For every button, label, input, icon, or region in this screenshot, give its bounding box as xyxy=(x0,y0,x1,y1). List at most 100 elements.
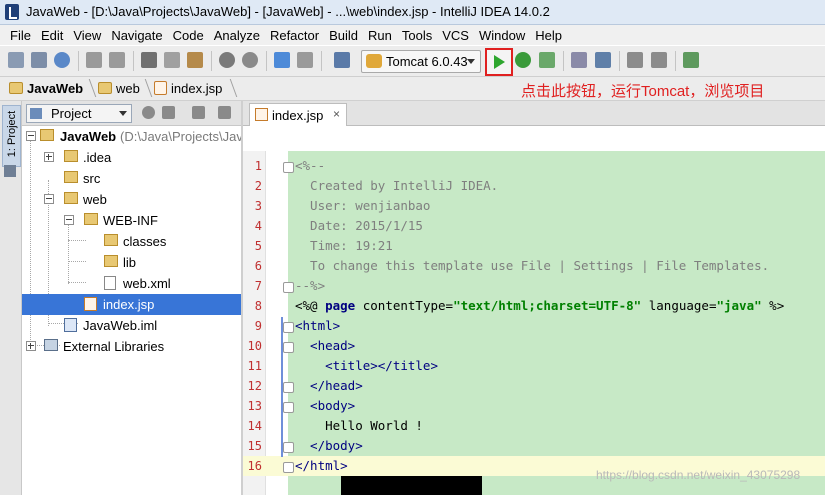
fold-marker[interactable] xyxy=(283,322,294,333)
code-line: <%@ page contentType="text/html;charset=… xyxy=(295,298,785,313)
tree-item-external-libraries[interactable]: External Libraries xyxy=(22,336,241,357)
tree-item-project-root[interactable]: JavaWeb (D:\Java\Projects\Jav xyxy=(22,126,241,147)
copy-icon[interactable] xyxy=(164,52,180,68)
menu-file[interactable]: File xyxy=(0,25,36,45)
tree-item-idea[interactable]: .idea xyxy=(22,147,241,168)
replace-icon[interactable] xyxy=(242,52,258,68)
code-line: --%> xyxy=(295,278,326,293)
paste-icon[interactable] xyxy=(187,52,203,68)
code-line: <%-- xyxy=(295,158,326,173)
breadcrumb-project[interactable]: JavaWeb xyxy=(27,81,83,96)
line-number: 1 xyxy=(254,159,262,173)
find-icon[interactable] xyxy=(219,52,235,68)
breadcrumb-file[interactable]: index.jsp xyxy=(171,81,222,96)
line-number: 12 xyxy=(247,379,262,393)
library-icon xyxy=(44,339,58,351)
redaction-box xyxy=(341,476,482,495)
menu-code[interactable]: Code xyxy=(168,25,209,45)
fold-marker[interactable] xyxy=(283,282,294,293)
tree-item-src[interactable]: src xyxy=(22,168,241,189)
tree-item-label: WEB-INF xyxy=(103,213,158,228)
line-number: 9 xyxy=(254,319,262,333)
tree-item-lib[interactable]: lib xyxy=(22,252,241,273)
tree-item-label: .idea xyxy=(83,150,112,165)
open-icon[interactable] xyxy=(8,52,24,68)
menu-edit[interactable]: Edit xyxy=(36,25,68,45)
tree-item-label: JavaWeb.iml xyxy=(83,318,158,333)
collapse-all-icon[interactable] xyxy=(162,106,175,119)
project-tool-tab-label: 1: Project xyxy=(6,110,18,158)
line-number: 14 xyxy=(247,419,262,433)
android-icon[interactable] xyxy=(627,52,643,68)
project-tool-tab[interactable]: 1: Project xyxy=(2,105,21,167)
fold-marker[interactable] xyxy=(283,342,294,353)
menu-navigate[interactable]: Navigate xyxy=(106,25,167,45)
code-line: Date: 2015/1/15 xyxy=(295,218,423,233)
web-folder-icon xyxy=(98,82,112,94)
menu-refactor[interactable]: Refactor xyxy=(265,25,324,45)
code-line: Created by IntelliJ IDEA. xyxy=(295,178,499,193)
line-number: 5 xyxy=(254,239,262,253)
menu-view[interactable]: View xyxy=(68,25,106,45)
sync-icon[interactable] xyxy=(54,52,70,68)
code-line: Hello World ! xyxy=(295,418,423,433)
sdk-icon[interactable] xyxy=(683,52,699,68)
tree-item-label: External Libraries xyxy=(63,339,165,354)
tree-item-label: index.jsp xyxy=(103,297,155,312)
android-device-icon[interactable] xyxy=(651,52,667,68)
tree-item-web-inf[interactable]: WEB-INF xyxy=(22,210,241,231)
close-icon[interactable]: × xyxy=(333,107,340,121)
project-structure-icon[interactable] xyxy=(595,52,611,68)
iml-file-icon xyxy=(64,318,77,332)
tab-index-jsp[interactable]: index.jsp × xyxy=(249,103,347,126)
tree-item-iml[interactable]: JavaWeb.iml xyxy=(22,315,241,336)
run-button[interactable] xyxy=(485,48,513,76)
menu-build[interactable]: Build xyxy=(324,25,363,45)
cut-icon[interactable] xyxy=(141,52,157,68)
project-tree: JavaWeb (D:\Java\Projects\Jav .idea src … xyxy=(22,126,241,495)
project-view-select[interactable]: Project xyxy=(26,104,132,123)
fold-marker[interactable] xyxy=(283,402,294,413)
menu-run[interactable]: Run xyxy=(363,25,397,45)
line-number: 13 xyxy=(247,399,262,413)
save-icon[interactable] xyxy=(31,52,47,68)
tree-item-classes[interactable]: classes xyxy=(22,231,241,252)
menu-analyze[interactable]: Analyze xyxy=(209,25,265,45)
folder-icon xyxy=(64,171,78,183)
back-icon[interactable] xyxy=(274,52,290,68)
code-line: </body> xyxy=(295,438,363,453)
coverage-icon[interactable] xyxy=(539,52,555,68)
scroll-from-source-icon[interactable] xyxy=(142,106,155,119)
structure-tool-icon[interactable] xyxy=(4,165,16,177)
menu-help[interactable]: Help xyxy=(530,25,567,45)
redo-icon[interactable] xyxy=(109,52,125,68)
title-bar: JavaWeb - [D:\Java\Projects\JavaWeb] - [… xyxy=(0,0,825,25)
fold-marker[interactable] xyxy=(283,442,294,453)
debug-icon[interactable] xyxy=(515,52,531,68)
line-number: 6 xyxy=(254,259,262,273)
make-icon[interactable] xyxy=(334,52,350,68)
menu-window[interactable]: Window xyxy=(474,25,530,45)
line-number: 7 xyxy=(254,279,262,293)
fold-marker[interactable] xyxy=(283,462,294,473)
hide-panel-icon[interactable] xyxy=(218,106,231,119)
menu-vcs[interactable]: VCS xyxy=(437,25,474,45)
menu-tools[interactable]: Tools xyxy=(397,25,437,45)
forward-icon[interactable] xyxy=(297,52,313,68)
tree-item-web-xml[interactable]: web.xml xyxy=(22,273,241,294)
tree-item-web[interactable]: web xyxy=(22,189,241,210)
settings-icon[interactable] xyxy=(571,52,587,68)
line-number: 10 xyxy=(247,339,262,353)
tree-item-label: JavaWeb xyxy=(60,129,117,144)
gear-icon[interactable] xyxy=(192,106,205,119)
fold-marker[interactable] xyxy=(283,162,294,173)
watermark: https://blog.csdn.net/weixin_43075298 xyxy=(596,468,801,482)
line-number: 2 xyxy=(254,179,262,193)
undo-icon[interactable] xyxy=(86,52,102,68)
tree-item-index-jsp[interactable]: index.jsp xyxy=(22,294,241,315)
menu-bar: File Edit View Navigate Code Analyze Refactor B… xyxy=(0,25,825,45)
module-icon xyxy=(40,129,54,141)
fold-marker[interactable] xyxy=(283,382,294,393)
line-number: 8 xyxy=(254,299,262,313)
run-configuration-select[interactable]: Tomcat 6.0.43 xyxy=(361,50,481,73)
